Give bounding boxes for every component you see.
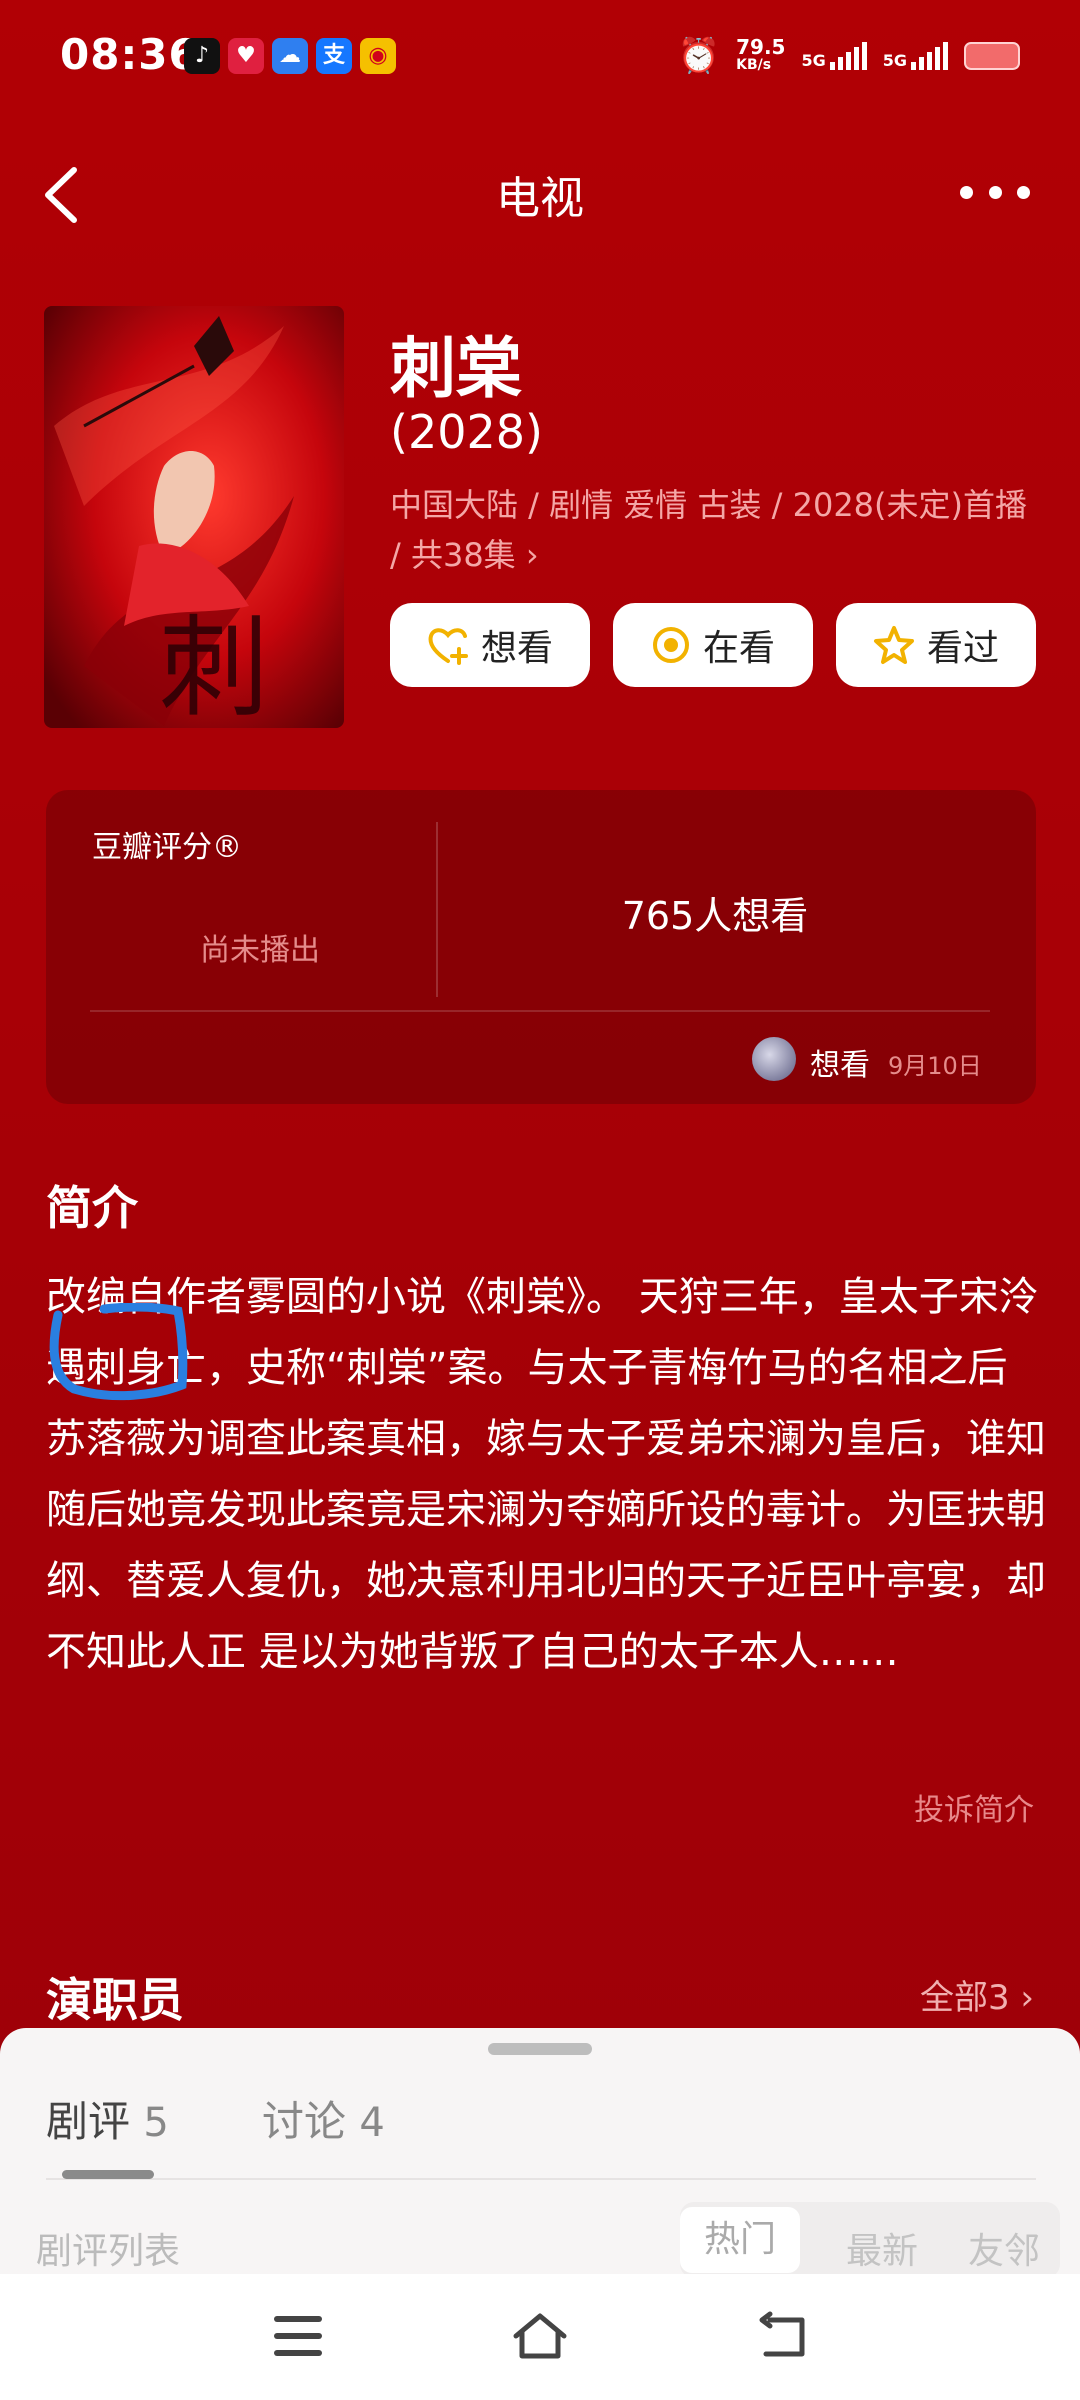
signal-1: 5G [801, 42, 867, 70]
sheet-drag-handle[interactable] [488, 2043, 592, 2055]
tab-reviews-label: 剧评 [46, 2097, 131, 2146]
more-dot-icon [1017, 185, 1030, 199]
heart-app-icon: ♥ [228, 38, 264, 74]
hand-drawn-highlight-circle [49, 1303, 188, 1401]
tab-discussions-count: 4 [359, 2100, 385, 2146]
network-speed: 79.5 KB/s [736, 35, 786, 74]
back-arrow-icon [759, 2311, 805, 2357]
cast-view-all-link[interactable]: 全部3 › [920, 1970, 1034, 2019]
user-mark-status: 想看 [810, 1048, 870, 1083]
more-dot-icon [988, 185, 1002, 199]
alipay-icon: 支 [316, 38, 352, 74]
rating-divider [436, 822, 438, 997]
watching-eye-icon [652, 627, 689, 663]
tab-reviews-count: 5 [143, 2100, 169, 2146]
weibo-icon: ◉ [360, 38, 396, 74]
star-icon [873, 626, 914, 664]
rating-separator [90, 1010, 990, 1012]
signal-2: 5G [883, 42, 948, 70]
network-type-2: 5G [882, 51, 907, 70]
battery-icon [964, 42, 1020, 70]
page-title: 电视 [496, 173, 584, 224]
menu-line-icon [274, 2350, 322, 2356]
sort-hot-button[interactable]: 热门 [680, 2207, 800, 2273]
user-avatar[interactable] [752, 1037, 796, 1081]
watching-button[interactable]: 在看 [613, 603, 813, 687]
show-title: 刺棠 [390, 330, 522, 407]
want-label: 想看 [480, 628, 553, 669]
svg-text:刺: 刺 [159, 604, 269, 728]
system-back-button[interactable] [756, 2310, 812, 2364]
active-tab-indicator [62, 2170, 154, 2179]
show-meta-link[interactable]: 中国大陆 / 剧情 爱情 古装 / 2028(未定)首播 / 共38集 › [390, 480, 1030, 580]
home-button[interactable] [510, 2306, 570, 2366]
cloud-app-icon: ☁ [272, 38, 308, 74]
show-poster[interactable]: 刺 [44, 306, 344, 728]
recent-apps-button[interactable] [274, 2316, 322, 2356]
report-intro-link[interactable]: 投诉简介 [914, 1785, 1034, 1829]
signal-bars-icon [911, 42, 948, 70]
speed-unit: KB/s [736, 57, 772, 73]
signal-bars-icon [829, 42, 867, 70]
review-list-label: 剧评列表 [36, 2231, 181, 2272]
watched-label: 看过 [926, 628, 999, 669]
menu-line-icon [274, 2333, 322, 2339]
cast-heading: 演职员 [46, 1973, 184, 2027]
speed-value: 79.5 [736, 35, 786, 59]
watching-label: 在看 [702, 628, 775, 669]
sort-newest-button[interactable]: 最新 [846, 2222, 918, 2274]
watched-button[interactable]: 看过 [836, 603, 1036, 687]
rating-status: 尚未播出 [200, 933, 320, 968]
poster-artwork: 刺 [44, 306, 344, 728]
intro-heading: 简介 [46, 1181, 138, 1235]
want-to-watch-button[interactable]: 想看 [390, 603, 590, 687]
tab-discussions[interactable]: 讨论 4 [262, 2088, 385, 2149]
want-count: 765人想看 [621, 894, 809, 938]
menu-line-icon [274, 2316, 322, 2322]
user-mark-date: 9月10日 [888, 1052, 982, 1080]
status-time: 08:36 [60, 30, 199, 79]
home-icon [513, 2313, 567, 2359]
tab-reviews[interactable]: 剧评 5 [46, 2088, 169, 2149]
tiktok-icon: ♪ [184, 38, 220, 74]
more-dot-icon [960, 185, 973, 199]
tab-discussions-label: 讨论 [262, 2097, 347, 2146]
network-type-1: 5G [801, 51, 826, 70]
status-indicators: ⏰ 79.5 KB/s 5G 5G [678, 34, 1020, 78]
sort-friends-button[interactable]: 友邻 [968, 2222, 1040, 2274]
show-year: (2028) [390, 405, 543, 459]
sheet-divider [46, 2178, 1036, 2180]
alarm-icon: ⏰ [677, 36, 721, 76]
intro-text: 改编自作者雾圆的小说《刺棠》。 天狩三年，皇太子宋泠遇刺身亡，史称“刺棠”案。与… [46, 1274, 1046, 1675]
douban-rating-label: 豆瓣评分® [92, 830, 242, 865]
heart-plus-icon [428, 628, 468, 665]
more-options-button[interactable] [960, 172, 1030, 212]
